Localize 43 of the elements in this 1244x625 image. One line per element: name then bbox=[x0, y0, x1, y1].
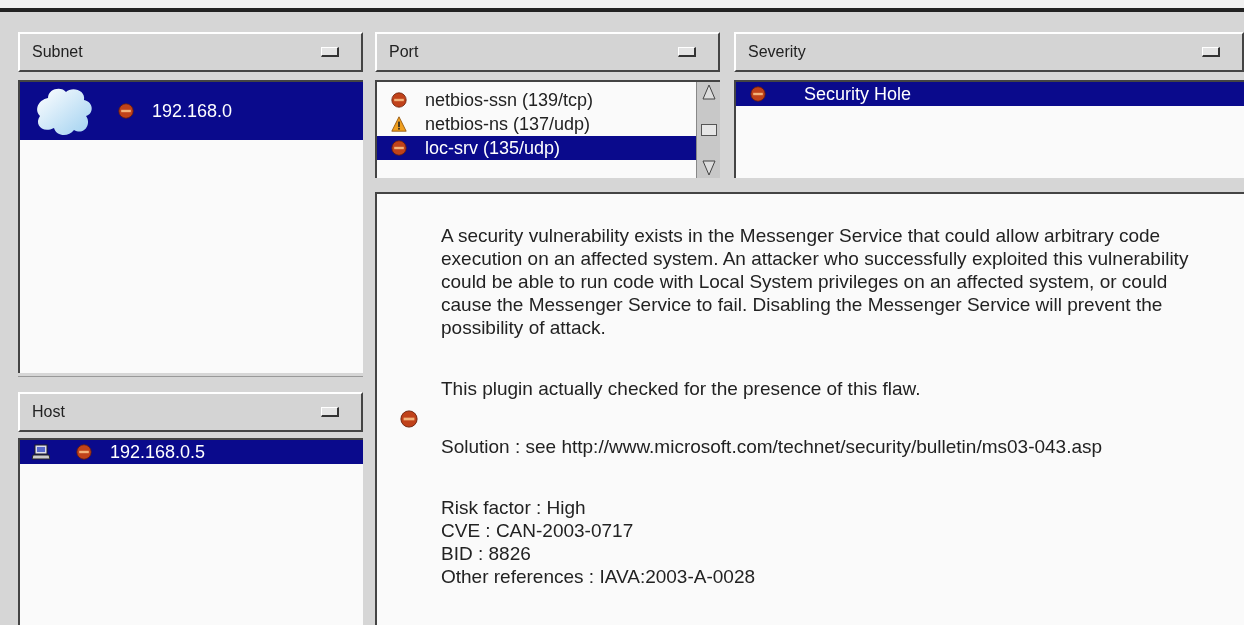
computer-icon bbox=[32, 444, 50, 460]
row-label: 192.168.0 bbox=[152, 99, 233, 123]
list-row[interactable]: 192.168.0.5 bbox=[20, 440, 363, 464]
no-entry-icon bbox=[391, 92, 407, 108]
header-toggle-button[interactable] bbox=[321, 47, 339, 57]
list-row[interactable]: loc-srv (135/udp) bbox=[377, 136, 696, 160]
column-header[interactable]: Host bbox=[18, 392, 363, 432]
no-entry-icon bbox=[400, 410, 418, 428]
header-title: Host bbox=[32, 402, 65, 422]
list-row[interactable]: netbios-ns (137/udp) bbox=[377, 112, 696, 136]
description-text: A security vulnerability exists in the Messenger Service that could allow arbitrary code execution on an affected system. An attacker who successfully exploited this vulnerability could be able to run code with Local System privileges on an affected system, or could cause the Messenger Service to fail. Disabling the Messenger Service will prevent the possibility of attack. bbox=[441, 224, 1190, 339]
scroll-up-icon[interactable] bbox=[701, 84, 716, 100]
reference-text: Other references : IAVA:2003-A-0028 bbox=[441, 565, 757, 588]
reference-text: Risk factor : High bbox=[441, 496, 587, 519]
header-toggle-button[interactable] bbox=[1202, 47, 1220, 57]
solution-text: Solution : see http://www.microsoft.com/technet/security/bulletin/ms03-043.asp bbox=[441, 435, 1104, 458]
header-title: Subnet bbox=[32, 42, 83, 62]
no-entry-icon bbox=[391, 140, 407, 156]
warning-icon bbox=[391, 116, 407, 132]
no-entry-icon bbox=[750, 86, 766, 102]
no-entry-icon bbox=[118, 103, 134, 119]
column-header[interactable]: Subnet bbox=[18, 32, 363, 72]
no-entry-icon bbox=[76, 444, 92, 460]
header-toggle-button[interactable] bbox=[321, 407, 339, 417]
note-text: This plugin actually checked for the presence of this flaw. bbox=[441, 377, 922, 400]
list-row[interactable]: netbios-ssn (139/tcp) bbox=[377, 88, 696, 112]
column-header[interactable]: Severity bbox=[734, 32, 1244, 72]
row-label: netbios-ssn (139/tcp) bbox=[425, 88, 594, 112]
list-row[interactable]: Security Hole bbox=[736, 82, 1244, 106]
row-label: netbios-ns (137/udp) bbox=[425, 112, 591, 136]
row-label: 192.168.0.5 bbox=[110, 440, 206, 464]
list-row[interactable]: 192.168.0 bbox=[20, 82, 363, 140]
scroll-thumb[interactable] bbox=[700, 124, 717, 136]
reference-text: BID : 8826 bbox=[441, 542, 532, 565]
scrollbar[interactable] bbox=[696, 82, 720, 178]
header-toggle-button[interactable] bbox=[678, 47, 696, 57]
scroll-down-icon[interactable] bbox=[701, 160, 716, 176]
reference-text: CVE : CAN-2003-0717 bbox=[441, 519, 635, 542]
row-label: Security Hole bbox=[804, 82, 912, 106]
header-title: Severity bbox=[748, 42, 806, 62]
row-label: loc-srv (135/udp) bbox=[425, 136, 561, 160]
column-header[interactable]: Port bbox=[375, 32, 720, 72]
header-title: Port bbox=[389, 42, 419, 62]
